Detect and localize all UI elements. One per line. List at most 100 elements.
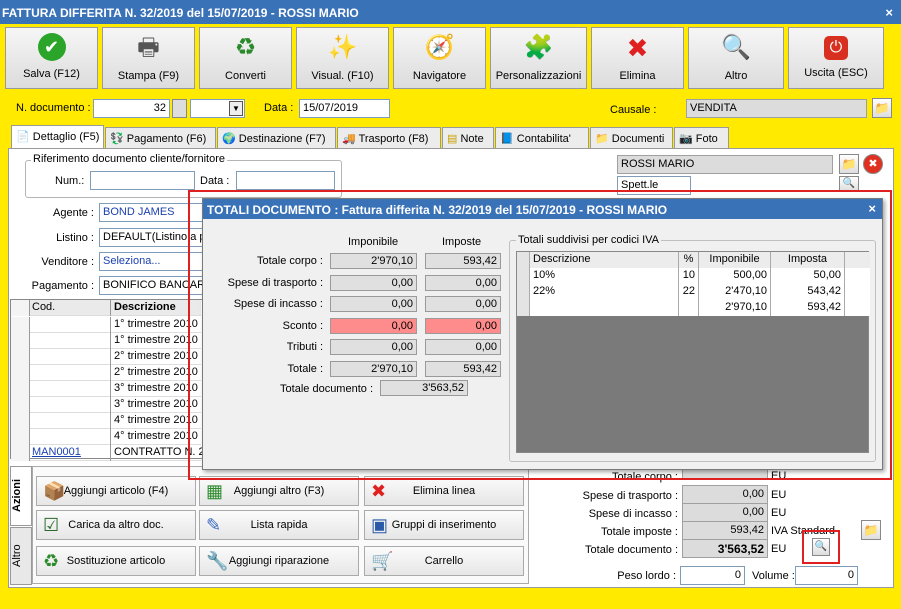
other-button[interactable]: 🔍 Altro [688, 27, 784, 89]
tab-destinazione[interactable]: 🌍 Destinazione (F7) [217, 127, 336, 148]
print-button-label: Stampa (F9) [117, 70, 180, 82]
highlight-dialog [188, 190, 892, 480]
customizations-button[interactable]: 🧩 Personalizzazioni [490, 27, 587, 89]
cart-button[interactable]: 🛒 Carrello [364, 546, 524, 576]
agent-label: Agente : [53, 207, 94, 219]
imposte-label: Totale imposte : [600, 526, 678, 538]
view-button-label: Visual. (F10) [311, 70, 374, 82]
load-doc-button[interactable]: ☑ Carica da altro doc. [36, 510, 196, 540]
wrench-button[interactable]: 🔧 Aggiungi riparazione [199, 546, 359, 576]
seller-label: Venditore : [41, 256, 94, 268]
ref-date-input[interactable] [236, 171, 335, 190]
tab-pagamento[interactable]: 💱 Pagamento (F6) [105, 127, 216, 148]
riferimento-group-title: Riferimento documento cliente/fornitore [31, 153, 227, 165]
trasporto-unit: EU [771, 489, 787, 501]
folder-icon[interactable]: 📁 [872, 98, 892, 118]
tab-contabilita[interactable]: 📘 Contabilita' [495, 127, 589, 148]
action-label: Carrello [424, 555, 464, 567]
tab-note[interactable]: ▤ Note [442, 127, 494, 148]
customer-name-field[interactable]: ROSSI MARIO [617, 155, 833, 174]
incasso-value: 0,00 [682, 503, 768, 522]
row-cod[interactable] [30, 365, 111, 381]
book-icon: 📘 [500, 133, 514, 145]
ref-num-input[interactable] [90, 171, 195, 190]
peso-input[interactable]: 0 [680, 566, 745, 585]
table-row[interactable]: 3° trimestre 2010 [11, 381, 201, 397]
table-row[interactable]: 4° trimestre 2010 [11, 413, 201, 429]
quick-list-button[interactable]: ✎ Lista rapida [199, 510, 359, 540]
highlight-totals-button [802, 530, 840, 564]
doc-number-label: N. documento : [16, 102, 91, 114]
row-cod[interactable]: MAN0001 [30, 445, 111, 461]
window-title-bar: FATTURA DIFFERITA N. 32/2019 del 15/07/2… [0, 0, 901, 24]
causale-label: Causale : [610, 104, 657, 116]
table-row[interactable]: 2° trimestre 2010 [11, 349, 201, 365]
add-article-button[interactable]: 📦 Aggiungi articolo (F4) [36, 476, 196, 506]
tab-altro[interactable]: Altro [10, 527, 32, 585]
view-button[interactable]: ✨ Visual. (F10) [296, 27, 389, 89]
print-button[interactable]: 🖶 Stampa (F9) [102, 27, 195, 89]
tab-foto[interactable]: 📷 Foto [674, 127, 729, 148]
trasporto-label: Spese di trasporto : [582, 490, 678, 502]
navigator-button[interactable]: 🧭 Navigatore [393, 27, 486, 89]
table-row[interactable]: 3° trimestre 2010 [11, 397, 201, 413]
volume-label: Volume : [752, 570, 795, 582]
window-close-icon[interactable]: × [885, 5, 893, 20]
row-cod[interactable] [30, 429, 111, 445]
doc-number-input[interactable]: 32 [93, 99, 170, 118]
convert-button[interactable]: ♻ Converti [199, 27, 292, 89]
action-label: Aggiungi articolo (F4) [63, 485, 169, 497]
date-input[interactable]: 15/07/2019 [299, 99, 390, 118]
power-icon: ⏻ [824, 36, 848, 60]
row-cod[interactable] [30, 397, 111, 413]
row-cod[interactable] [30, 349, 111, 365]
row-cod[interactable] [30, 317, 111, 333]
truck-icon: 🚚 [342, 133, 356, 145]
row-cod[interactable] [30, 333, 111, 349]
exit-button[interactable]: ⏻ Uscita (ESC) [788, 27, 884, 89]
imposte-folder-icon[interactable]: 📁 [861, 520, 881, 540]
chevron-down-icon[interactable]: ▼ [229, 101, 243, 116]
row-cod[interactable] [30, 381, 111, 397]
tab-trasporto[interactable]: 🚚 Trasporto (F8) [337, 127, 441, 148]
delete-button[interactable]: ✖ Elimina [591, 27, 684, 89]
documento-value: 3'563,52 [682, 539, 768, 558]
add-other-button[interactable]: ▦ Aggiungi altro (F3) [199, 476, 359, 506]
table-row[interactable]: 1° trimestre 2010 [11, 317, 201, 333]
delete-line-button[interactable]: ✖ Elimina linea [364, 476, 524, 506]
volume-input[interactable]: 0 [795, 566, 858, 585]
printer-icon: 🖶 [137, 34, 160, 61]
tab-documenti[interactable]: 📁 Documenti [590, 127, 673, 148]
delete-x-icon: ✖ [626, 33, 649, 63]
action-label: Sostituzione articolo [66, 555, 166, 567]
save-button[interactable]: ✔ Salva (F12) [5, 27, 98, 89]
doc-number-suffix[interactable] [172, 99, 187, 118]
incasso-label: Spese di incasso : [588, 508, 678, 520]
table-row[interactable]: 2° trimestre 2010 [11, 365, 201, 381]
magnifier-icon: 🔍 [721, 34, 751, 61]
doc-series-select[interactable]: ▼ [190, 99, 245, 118]
table-row[interactable]: 4° trimestre 2010 [11, 429, 201, 445]
tab-dettaglio[interactable]: 📄 Dettaglio (F5) [11, 125, 104, 148]
folder-icon: 📁 [595, 133, 609, 145]
puzzle-icon: 🧩 [523, 34, 554, 61]
navigator-button-label: Navigatore [412, 70, 467, 82]
col-cod[interactable]: Cod. [30, 300, 111, 316]
save-button-label: Salva (F12) [23, 68, 80, 80]
table-row[interactable]: 1° trimestre 2010 [11, 333, 201, 349]
causale-input[interactable]: VENDITA [686, 99, 867, 118]
documento-unit: EU [771, 543, 787, 555]
tab-azioni[interactable]: Azioni [10, 466, 32, 526]
table-row[interactable]: MAN0001 CONTRATTO N. 25 [11, 445, 204, 461]
customer-folder-icon[interactable]: 📁 [839, 154, 859, 174]
replace-article-button[interactable]: ♻ Sostituzione articolo [36, 546, 196, 576]
camera-icon: 📷 [679, 133, 693, 145]
insert-groups-button[interactable]: ▣ Gruppi di inserimento [364, 510, 524, 540]
customer-clear-icon[interactable]: ✖ [863, 154, 883, 174]
date-label: Data : [264, 102, 294, 114]
money-icon: 💱 [110, 133, 124, 145]
customizations-button-label: Personalizzazioni [495, 70, 582, 82]
compass-icon: 🧭 [424, 34, 455, 61]
row-cod[interactable] [30, 413, 111, 429]
trasporto-value: 0,00 [682, 485, 768, 504]
